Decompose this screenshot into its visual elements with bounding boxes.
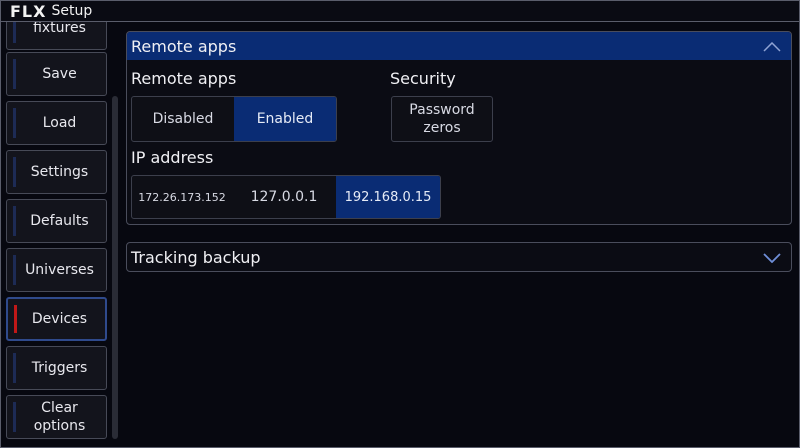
panel-title: Remote apps <box>131 36 237 56</box>
option-disabled[interactable]: Disabled <box>132 97 234 141</box>
sidebar-item-label: Triggers <box>31 360 88 376</box>
sidebar-item-label: fixtures <box>33 22 86 36</box>
panel-title: Tracking backup <box>131 247 261 267</box>
title-bar: FLX Setup <box>1 1 799 22</box>
sidebar-item-label: Clear options <box>33 400 86 434</box>
sidebar-item-label: Save <box>42 66 77 82</box>
sidebar-item-defaults[interactable]: Defaults <box>6 199 107 243</box>
ip-address-label: IP address <box>131 148 214 167</box>
ip-option[interactable]: 127.0.0.1 <box>232 176 336 218</box>
chevron-down-icon[interactable] <box>763 248 781 267</box>
sidebar-item-save[interactable]: Save <box>6 52 107 96</box>
tracking-backup-panel[interactable]: Tracking backup <box>126 242 792 272</box>
sidebar-item-universes[interactable]: Universes <box>6 248 107 292</box>
sidebar-item-label: Load <box>42 115 77 131</box>
sidebar-item-label: Defaults <box>30 213 89 229</box>
sidebar-item-clear-options[interactable]: Clear options <box>6 395 107 439</box>
app-window: FLX Setup fixtures Save Load Settings De… <box>0 0 800 448</box>
option-enabled[interactable]: Enabled <box>234 97 336 141</box>
remote-apps-label: Remote apps <box>131 69 237 88</box>
sidebar: fixtures Save Load Settings Defaults Uni… <box>1 22 111 447</box>
sidebar-item-settings[interactable]: Settings <box>6 150 107 194</box>
remote-apps-panel-header[interactable]: Remote apps <box>127 32 791 60</box>
sidebar-item-load[interactable]: Load <box>6 101 107 145</box>
sidebar-item-devices[interactable]: Devices <box>6 297 107 341</box>
sidebar-item-triggers[interactable]: Triggers <box>6 346 107 390</box>
app-logo: FLX <box>10 1 47 21</box>
remote-apps-toggle: Disabled Enabled <box>131 96 337 142</box>
remote-apps-panel: Remote apps Remote apps Disabled Enabled… <box>126 31 792 225</box>
ip-option[interactable]: 172.26.173.152 <box>132 176 232 218</box>
sidebar-item-label: Devices <box>31 311 88 327</box>
ip-address-selector: 172.26.173.152 127.0.0.1 192.168.0.15 <box>131 175 441 219</box>
password-zeros-button[interactable]: Password zeros <box>391 96 493 142</box>
sidebar-item-label: Settings <box>30 164 89 180</box>
sidebar-item-label: Universes <box>25 262 94 278</box>
ip-option-selected[interactable]: 192.168.0.15 <box>336 176 440 218</box>
security-label: Security <box>390 69 456 88</box>
chevron-up-icon[interactable] <box>763 37 781 56</box>
tracking-backup-panel-header[interactable]: Tracking backup <box>127 243 791 271</box>
sidebar-scrollbar[interactable] <box>112 96 118 439</box>
window-title: Setup <box>51 3 93 19</box>
sidebar-item-fixtures[interactable]: fixtures <box>6 22 107 50</box>
